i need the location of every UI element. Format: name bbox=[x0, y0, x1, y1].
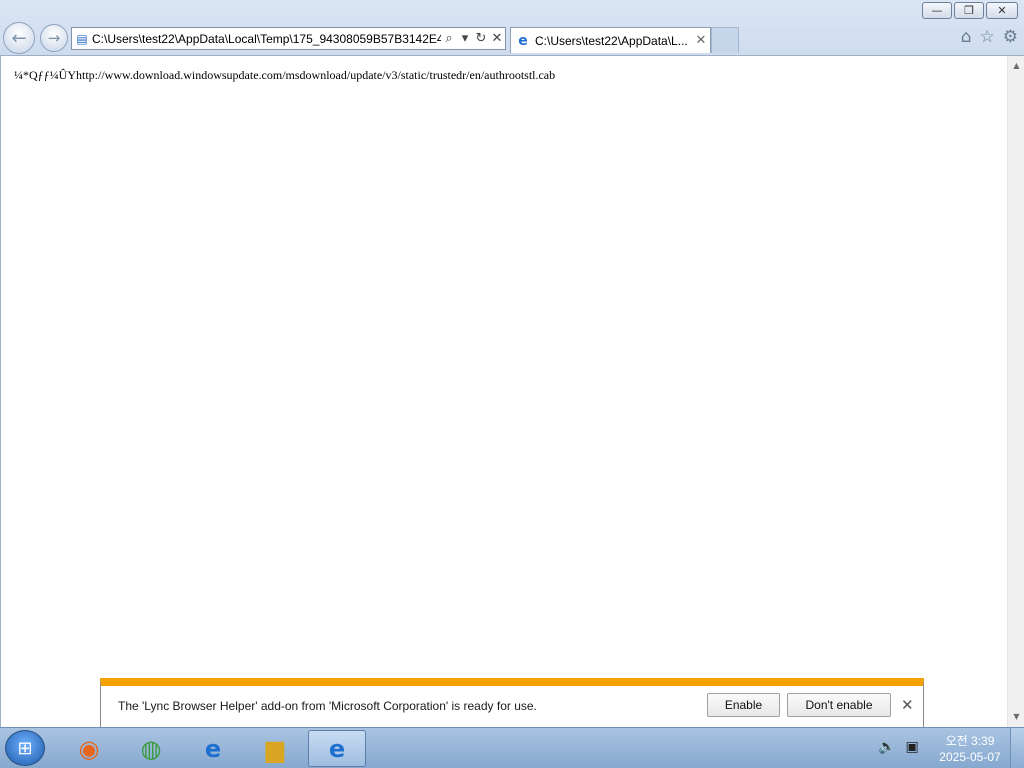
clock-date: 2025-05-07 bbox=[939, 750, 1001, 764]
taskbar: ⊞ ◉ ◍ e ▆ e 🔈 ▣ 오전 3:39 2025-05-07 bbox=[0, 727, 1024, 768]
gear-icon[interactable]: ⚙ bbox=[1003, 27, 1018, 47]
notification-bar: The 'Lync Browser Helper' add-on from 'M… bbox=[100, 678, 924, 728]
taskbar-internet-explorer[interactable]: e bbox=[184, 730, 242, 767]
chevron-down-icon[interactable]: ▾ bbox=[457, 31, 473, 46]
forward-button[interactable]: → bbox=[40, 24, 68, 52]
ie-icon: e bbox=[328, 734, 346, 763]
volume-icon[interactable]: 🔈 bbox=[878, 739, 895, 755]
forward-arrow-icon: → bbox=[47, 29, 61, 47]
page-content: ¼*Qƒƒ¼ÛYhttp://www.download.windowsupdat… bbox=[0, 56, 1024, 727]
restore-button[interactable]: ❐ bbox=[954, 2, 984, 19]
clock-time: 오전 3:39 bbox=[945, 734, 995, 748]
favorites-star-icon[interactable]: ☆ bbox=[980, 27, 995, 47]
refresh-icon[interactable]: ↻ bbox=[473, 31, 489, 46]
tab-title: C:\Users\test22\AppData\L... bbox=[535, 33, 688, 48]
network-icon[interactable]: ▣ bbox=[905, 739, 918, 755]
new-tab-button[interactable] bbox=[711, 27, 739, 53]
minimize-button[interactable]: — bbox=[922, 2, 952, 19]
firefox-icon: ◉ bbox=[78, 734, 100, 763]
taskbar-chrome[interactable]: ◍ bbox=[122, 730, 180, 767]
system-tray: 🔈 ▣ bbox=[878, 739, 919, 755]
windows-logo-icon: ⊞ bbox=[17, 737, 33, 759]
taskbar-internet-explorer-active[interactable]: e bbox=[308, 730, 366, 767]
show-desktop-button[interactable] bbox=[1010, 728, 1024, 768]
window-controls: — ❐ ✕ bbox=[922, 2, 1018, 19]
scroll-down-icon[interactable]: ▼ bbox=[1008, 709, 1024, 725]
notification-message: The 'Lync Browser Helper' add-on from 'M… bbox=[118, 699, 537, 713]
clock[interactable]: 오전 3:39 2025-05-07 bbox=[930, 733, 1010, 765]
address-bar[interactable]: ▤ C:\Users\test22\AppData\Local\Temp\175… bbox=[71, 27, 506, 50]
page-text: ¼*Qƒƒ¼ÛYhttp://www.download.windowsupdat… bbox=[14, 68, 556, 82]
back-arrow-icon: ← bbox=[11, 27, 27, 49]
start-button[interactable]: ⊞ bbox=[5, 730, 45, 766]
ie-icon: e bbox=[204, 734, 222, 763]
home-icon[interactable]: ⌂ bbox=[961, 27, 972, 47]
vertical-scrollbar[interactable]: ▲ ▼ bbox=[1007, 56, 1024, 727]
page-icon: ▤ bbox=[76, 31, 88, 46]
command-icons: ⌂ ☆ ⚙ bbox=[961, 27, 1018, 47]
address-input[interactable]: C:\Users\test22\AppData\Local\Temp\175_9… bbox=[92, 32, 441, 46]
back-button[interactable]: ← bbox=[3, 22, 35, 54]
ie-icon: e bbox=[518, 32, 528, 49]
chrome-icon: ◍ bbox=[140, 734, 162, 763]
browser-chrome: — ❐ ✕ ← → ▤ C:\Users\test22\AppData\Loca… bbox=[0, 0, 1024, 56]
stop-icon[interactable]: ✕ bbox=[489, 31, 505, 46]
taskbar-file-explorer[interactable]: ▆ bbox=[246, 730, 304, 767]
dont-enable-button[interactable]: Don't enable bbox=[787, 693, 891, 717]
scroll-up-icon[interactable]: ▲ bbox=[1008, 58, 1024, 74]
enable-button[interactable]: Enable bbox=[707, 693, 780, 717]
folder-icon: ▆ bbox=[265, 734, 285, 763]
taskbar-firefox[interactable]: ◉ bbox=[60, 730, 118, 767]
close-tab-icon[interactable]: ✕ bbox=[692, 33, 710, 48]
tab-current[interactable]: e C:\Users\test22\AppData\L... ✕ bbox=[510, 27, 711, 53]
close-window-button[interactable]: ✕ bbox=[986, 2, 1018, 19]
search-icon[interactable]: ⌕ bbox=[441, 31, 457, 46]
close-icon[interactable]: ✕ bbox=[901, 696, 914, 714]
